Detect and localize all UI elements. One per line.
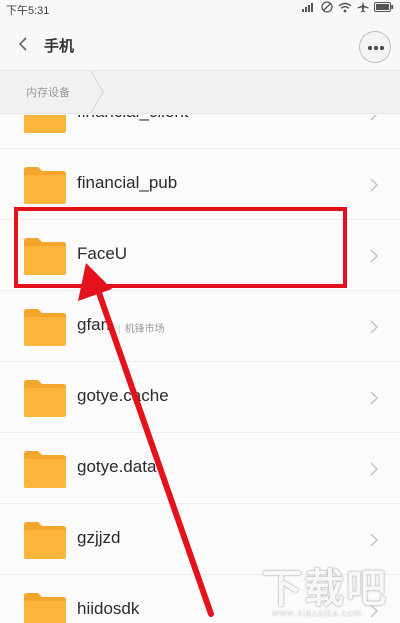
- folder-icon: [24, 167, 66, 204]
- breadcrumb: 内存设备: [0, 70, 400, 114]
- list-item-faceu[interactable]: FaceU: [0, 220, 400, 291]
- more-dot: [380, 46, 384, 50]
- more-dot: [374, 46, 378, 50]
- file-name: financial_pub: [77, 173, 178, 192]
- breadcrumb-item-storage[interactable]: 内存设备: [0, 71, 100, 113]
- chevron-right-icon: [370, 320, 379, 334]
- more-dots-icon: [368, 46, 372, 50]
- wifi-icon: [338, 2, 352, 12]
- folder-icon: [24, 522, 66, 559]
- list-item[interactable]: financial_client: [0, 115, 400, 149]
- page-title: 手机: [44, 38, 75, 55]
- more-options-button[interactable]: [359, 31, 391, 63]
- airplane-icon: [357, 1, 369, 13]
- folder-icon: [24, 309, 66, 346]
- file-list: financial_client financial_pub FaceU gfa…: [0, 115, 400, 623]
- list-item[interactable]: gotye.data: [0, 433, 400, 504]
- chevron-right-icon: [370, 462, 379, 476]
- list-item[interactable]: hiidosdk: [0, 575, 400, 623]
- file-name: gotye.cache: [77, 386, 169, 405]
- file-name: FaceU: [77, 244, 128, 263]
- breadcrumb-separator-icon: [90, 71, 104, 113]
- status-time: 下午5:31: [6, 5, 50, 17]
- app-note: | 机锋市场: [118, 320, 165, 335]
- folder-icon: [24, 238, 66, 275]
- status-icons: [302, 1, 394, 13]
- chevron-left-icon[interactable]: [14, 34, 34, 54]
- folder-icon: [24, 380, 66, 417]
- status-bar: 下午5:31: [0, 0, 400, 18]
- chevron-right-icon: [370, 178, 379, 192]
- file-name: gzjjzd: [77, 528, 121, 547]
- chevron-right-icon: [370, 391, 379, 405]
- no-data-icon: [321, 1, 333, 13]
- file-name: gfan: [77, 315, 111, 334]
- folder-icon: [24, 593, 66, 623]
- list-item[interactable]: gzjjzd: [0, 504, 400, 575]
- chevron-right-icon: [370, 604, 379, 618]
- list-item[interactable]: gotye.cache: [0, 362, 400, 433]
- folder-icon: [24, 451, 66, 488]
- list-item[interactable]: gfan | 机锋市场: [0, 291, 400, 362]
- list-item[interactable]: financial_pub: [0, 149, 400, 220]
- note-divider: |: [118, 324, 121, 335]
- chevron-right-icon: [370, 533, 379, 547]
- app-header: 手机: [0, 18, 400, 70]
- chevron-right-icon: [370, 115, 378, 121]
- note-text: 机锋市场: [124, 324, 165, 335]
- signal-icon: [302, 3, 313, 12]
- file-name: financial_client: [77, 115, 189, 122]
- folder-icon: [24, 115, 66, 133]
- battery-icon: [374, 2, 394, 12]
- file-name: hiidosdk: [77, 599, 140, 618]
- chevron-right-icon: [370, 249, 379, 263]
- file-name: gotye.data: [77, 457, 157, 476]
